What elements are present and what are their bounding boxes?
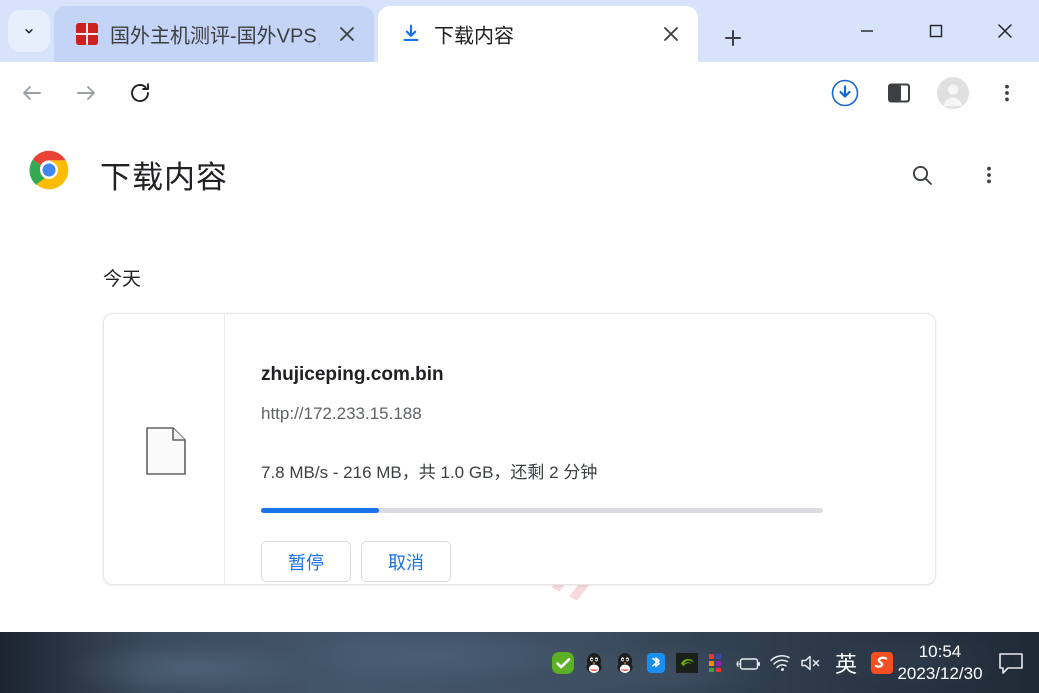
downloads-page: zhujiceping.com 下载内容 <box>0 124 1039 632</box>
nvidia-icon[interactable] <box>671 632 702 693</box>
generic-file-icon <box>146 427 186 475</box>
chrome-logo <box>29 150 69 190</box>
tab-site[interactable]: 国外主机测评-国外VPS，国 <box>54 6 374 62</box>
minimize-button[interactable] <box>832 0 901 62</box>
maximize-icon <box>929 24 942 38</box>
battery-icon[interactable] <box>733 632 764 693</box>
search-icon <box>912 165 932 185</box>
downloads-search-button[interactable] <box>901 154 943 196</box>
downloads-button[interactable] <box>824 72 866 114</box>
browser-menu-button[interactable] <box>986 72 1028 114</box>
clock[interactable]: 10:54 2023/12/30 <box>897 632 983 693</box>
color-squares-icon[interactable] <box>702 632 733 693</box>
downloads-tray-icon <box>831 79 859 107</box>
maximize-button[interactable] <box>901 0 970 62</box>
close-icon <box>997 24 1012 38</box>
download-source-url[interactable]: http://172.233.15.188 <box>261 404 422 424</box>
download-progress-bar <box>261 508 823 513</box>
avatar-icon <box>937 77 969 109</box>
chevron-down-icon <box>25 29 33 34</box>
downloads-page-header: 下载内容 <box>0 124 1039 222</box>
tab-downloads[interactable]: 下载内容 <box>378 6 698 62</box>
system-tray: 英 10:54 2023/12/30 <box>547 632 1039 693</box>
close-icon <box>340 27 354 41</box>
new-tab-button[interactable] <box>712 17 754 59</box>
three-dot-menu-icon <box>987 166 991 184</box>
pause-button[interactable]: 暂停 <box>261 541 351 582</box>
windows-taskbar: 英 10:54 2023/12/30 <box>0 632 1039 693</box>
back-button[interactable] <box>11 72 53 114</box>
tab-strip: 国外主机测评-国外VPS，国 下载内容 <box>0 0 1039 62</box>
notification-center-button[interactable] <box>983 632 1039 693</box>
ime-english-icon[interactable]: 英 <box>826 632 866 693</box>
tab-search-button[interactable] <box>8 10 50 52</box>
notification-icon <box>999 652 1023 674</box>
tab-close-button[interactable] <box>334 21 360 47</box>
tab-close-button[interactable] <box>658 21 684 47</box>
page-title: 下载内容 <box>100 160 228 195</box>
reload-icon <box>131 83 149 102</box>
clock-time: 10:54 <box>918 641 962 661</box>
card-divider <box>224 314 225 586</box>
minimize-icon <box>860 30 873 32</box>
forward-arrow-icon <box>77 86 95 100</box>
forward-button[interactable] <box>65 72 107 114</box>
reload-button[interactable] <box>119 72 161 114</box>
download-icon <box>403 24 419 42</box>
downloads-menu-button[interactable] <box>968 154 1010 196</box>
green-check-icon[interactable] <box>547 632 578 693</box>
browser-toolbar: Chrome chrome://downloads <box>0 62 1039 186</box>
profile-button[interactable] <box>932 72 974 114</box>
download-item-card[interactable]: zhujiceping.com.bin http://172.233.15.18… <box>103 313 936 586</box>
clock-date: 2023/12/30 <box>897 663 983 683</box>
wifi-icon[interactable] <box>764 632 795 693</box>
sogou-icon[interactable] <box>866 632 897 693</box>
download-progress-fill <box>261 508 380 513</box>
qq-penguin-icon[interactable] <box>609 632 640 693</box>
section-header-today: 今天 <box>103 269 142 290</box>
tab-title: 国外主机测评-国外VPS，国 <box>110 25 320 48</box>
bluetooth-icon[interactable] <box>640 632 671 693</box>
site-favicon <box>76 23 98 45</box>
qq-penguin-icon[interactable] <box>578 632 609 693</box>
plus-icon <box>725 30 741 46</box>
tab-title: 下载内容 <box>434 25 514 48</box>
side-panel-button[interactable] <box>878 72 920 114</box>
back-arrow-icon <box>23 86 41 100</box>
window-controls <box>832 0 1039 62</box>
download-file-name: zhujiceping.com.bin <box>261 364 444 385</box>
close-icon <box>664 27 678 41</box>
cancel-button[interactable]: 取消 <box>361 541 451 582</box>
speaker-muted-icon[interactable] <box>795 632 826 693</box>
side-panel-icon <box>888 83 910 103</box>
close-window-button[interactable] <box>970 0 1039 62</box>
three-dot-menu-icon <box>1005 84 1009 102</box>
browser-window: 国外主机测评-国外VPS，国 下载内容 <box>0 0 1039 693</box>
download-status-text: 7.8 MB/s - 216 MB，共 1.0 GB，还剩 2 分钟 <box>261 463 598 482</box>
